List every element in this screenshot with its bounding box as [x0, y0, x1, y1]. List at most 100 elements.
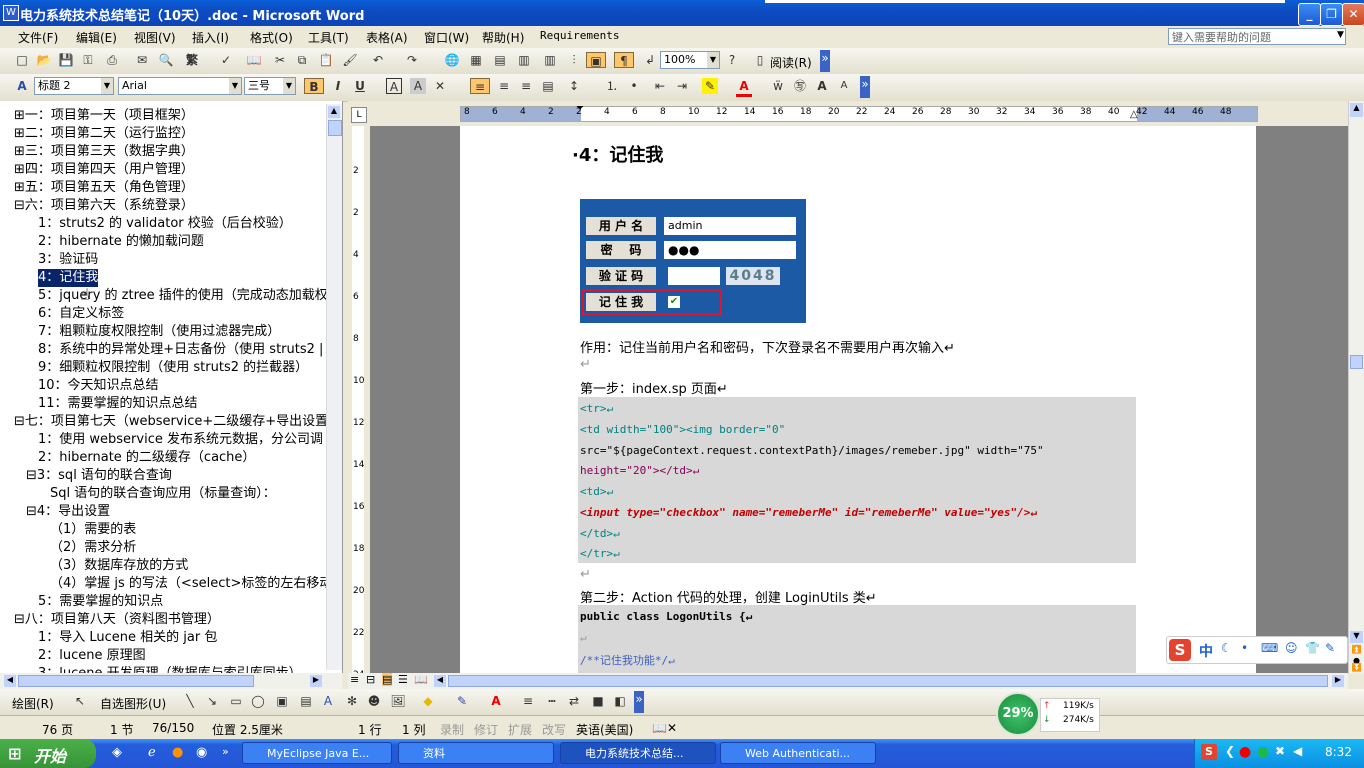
- spelling-status-icon[interactable]: 📖✕: [652, 721, 677, 735]
- nav-item[interactable]: ⊞四：项目第四天（用户管理）: [14, 161, 194, 179]
- nav-item[interactable]: ⊟六：项目第六天（系统登录）: [14, 197, 194, 215]
- section-heading[interactable]: ·4：记住我: [572, 141, 663, 167]
- status-ovr[interactable]: 改写: [542, 721, 566, 738]
- new-document-icon[interactable]: □: [14, 52, 30, 68]
- wordart-icon[interactable]: A: [320, 693, 336, 709]
- indent-marker-icon[interactable]: ⏷: [576, 103, 584, 114]
- line-style-icon[interactable]: ≡: [520, 693, 536, 709]
- net-percent[interactable]: 29%: [996, 692, 1040, 736]
- styles-formatting-icon[interactable]: A: [14, 78, 30, 94]
- insert-excel-icon[interactable]: ▥: [516, 52, 532, 68]
- quicklaunch-more-icon[interactable]: »: [222, 745, 229, 758]
- document-hscrollbar[interactable]: ≡ ⊟ ▤ ☰ 📖 ◀ ▶: [348, 673, 1348, 689]
- open-icon[interactable]: 📂: [36, 52, 52, 68]
- dash-style-icon[interactable]: ┅: [544, 693, 560, 709]
- drawbar-options-icon[interactable]: »: [634, 691, 644, 713]
- highlight-icon[interactable]: ✎: [702, 78, 718, 94]
- vertical-textbox-icon[interactable]: ▤: [298, 693, 314, 709]
- char-shading-icon[interactable]: A: [410, 78, 426, 94]
- nav-scroll-thumb[interactable]: [328, 120, 342, 136]
- nav-item[interactable]: 10：今天知识点总结: [38, 377, 159, 395]
- ime-punct-icon[interactable]: •: [1241, 641, 1248, 655]
- nav-item[interactable]: ⊟八：项目第八天（资料图书管理）: [14, 611, 220, 629]
- clipart-icon[interactable]: ☻: [366, 693, 382, 709]
- underline-button[interactable]: U: [352, 78, 368, 94]
- nav-item[interactable]: ⊞一：项目第一天（项目框架）: [14, 107, 194, 125]
- document-area[interactable]: ·4：记住我 用 户 名 admin 密 码 ●●● 验 证 码 4048 记 …: [370, 126, 1348, 674]
- hscroll-left-icon[interactable]: ◀: [434, 675, 446, 687]
- nav-item[interactable]: ⊞二：项目第二天（运行监控）: [14, 125, 194, 143]
- nav-hscroll-thumb[interactable]: [18, 675, 254, 687]
- fill-color-icon[interactable]: ◆: [420, 693, 436, 709]
- maximize-button[interactable]: ❐: [1320, 3, 1343, 26]
- ime-toolbar[interactable]: S 中 ☾ • ⌨ ☺ 👕 ✎: [1166, 636, 1348, 664]
- insert-table-icon[interactable]: ▤: [492, 52, 508, 68]
- toolbar2-options-icon[interactable]: »: [860, 76, 870, 98]
- shadow-icon[interactable]: ■: [590, 693, 606, 709]
- normal-view-icon[interactable]: ≡: [350, 673, 359, 686]
- zoom-dropdown-icon[interactable]: ▼: [707, 52, 719, 68]
- nav-item[interactable]: 9：细颗粒权限控制（使用 struts2 的拦截器）: [38, 359, 308, 377]
- firefox-icon[interactable]: ●: [172, 745, 183, 760]
- align-right-icon[interactable]: ≡: [518, 78, 534, 94]
- quicklaunch-icon-2[interactable]: ◉: [196, 745, 207, 760]
- align-center-icon[interactable]: ≡: [496, 78, 512, 94]
- decrease-indent-icon[interactable]: ⇤: [652, 78, 668, 94]
- line-icon[interactable]: ╲: [182, 693, 198, 709]
- horizontal-ruler[interactable]: L 8 6 4 2 2 4 6 8 10 12 14 16 18 20 22 24 26 28 30 32 34 36 38…: [348, 101, 1364, 126]
- numbering-icon[interactable]: ⒈: [604, 78, 620, 94]
- nav-item[interactable]: 8：系统中的异常处理+日志备份（使用 struts2 |: [38, 341, 323, 359]
- drawing-icon[interactable]: ⫶: [566, 52, 582, 68]
- print-view-icon[interactable]: ▤: [382, 673, 393, 686]
- diagram-icon[interactable]: ✻: [344, 693, 360, 709]
- nav-item[interactable]: ⊞三：项目第三天（数据字典）: [14, 143, 194, 161]
- enclose-char-icon[interactable]: ㊢: [792, 78, 808, 94]
- nav-item[interactable]: Sql 语句的联合查询应用（标量查询）：: [50, 485, 276, 503]
- status-ext[interactable]: 扩展: [508, 721, 532, 738]
- task-myeclipse[interactable]: MyEclipse Java E...: [242, 742, 392, 764]
- arrow-style-icon[interactable]: ⇄: [566, 693, 582, 709]
- reading-view-icon[interactable]: 📖: [414, 673, 428, 686]
- start-button[interactable]: ⊞ 开始: [0, 739, 96, 768]
- task-folder[interactable]: 资料: [398, 742, 554, 764]
- size-select[interactable]: 三号 ▼: [244, 77, 296, 95]
- style-dropdown-icon[interactable]: ▼: [101, 78, 113, 94]
- nav-scrollbar[interactable]: ▲: [326, 104, 342, 670]
- nav-item[interactable]: 5：需要掌握的知识点: [38, 593, 163, 611]
- nav-item[interactable]: ⊟3：sql 语句的联合查询: [26, 467, 172, 485]
- columns-icon[interactable]: ▥: [542, 52, 558, 68]
- email-icon[interactable]: ✉: [134, 52, 150, 68]
- print-preview-icon[interactable]: 🔍: [158, 52, 174, 68]
- toolbar-options-icon[interactable]: »: [820, 50, 830, 72]
- minimize-button[interactable]: _: [1298, 3, 1321, 26]
- nav-item[interactable]: 7：粗颗粒度权限控制（使用过滤器完成）: [38, 323, 280, 341]
- picture-icon[interactable]: 🖼: [390, 693, 406, 709]
- italic-button[interactable]: I: [330, 78, 346, 94]
- vertical-ruler[interactable]: 224681012141618202224: [348, 126, 368, 680]
- nav-item[interactable]: 11：需要掌握的知识点总结: [38, 395, 198, 413]
- line-color-icon[interactable]: ✎: [454, 693, 470, 709]
- paste-icon[interactable]: 📋: [318, 52, 334, 68]
- cut-icon[interactable]: ✂: [272, 52, 288, 68]
- tray-volume-icon[interactable]: ◀: [1293, 744, 1302, 758]
- print-icon[interactable]: ⎙: [104, 52, 120, 68]
- line-spacing-icon[interactable]: ↕: [566, 78, 582, 94]
- undo-icon[interactable]: ↶: [370, 52, 386, 68]
- hscroll-right-icon[interactable]: ▶: [1332, 675, 1344, 687]
- tray-network-icon[interactable]: ✖: [1275, 744, 1285, 758]
- scroll-up-icon[interactable]: ▲: [1350, 103, 1363, 117]
- tab-selector-icon[interactable]: L: [351, 107, 367, 123]
- nav-item[interactable]: （3）数据库存放的方式: [50, 557, 188, 575]
- nav-item[interactable]: ⊟4：导出设置: [26, 503, 110, 521]
- textbox-icon[interactable]: ▣: [274, 693, 290, 709]
- nav-scroll-up-icon[interactable]: ▲: [328, 106, 340, 118]
- menu-requirements[interactable]: Requirements: [540, 29, 619, 42]
- menu-tools[interactable]: 工具(T): [308, 29, 349, 46]
- menu-insert[interactable]: 插入(I): [192, 29, 229, 46]
- traditional-chinese-button[interactable]: 繁: [184, 52, 200, 68]
- prev-page-icon[interactable]: ⏫: [1350, 645, 1363, 655]
- nav-item[interactable]: 3：验证码: [38, 251, 98, 269]
- size-dropdown-icon[interactable]: ▼: [283, 78, 295, 94]
- nav-item[interactable]: （2）需求分析: [50, 539, 136, 557]
- autoshapes-button[interactable]: 自选图形(U): [100, 695, 166, 712]
